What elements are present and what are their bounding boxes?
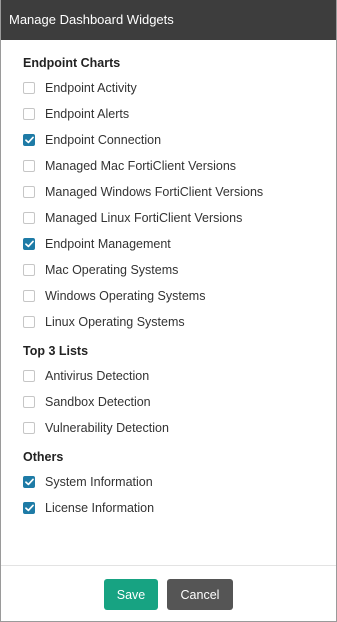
checkbox-checked[interactable] (23, 502, 35, 514)
section-title: Others (23, 450, 64, 464)
widget-option-label: Endpoint Activity (45, 81, 137, 95)
widget-option-label: Linux Operating Systems (45, 315, 185, 329)
section-title: Top 3 Lists (23, 344, 89, 358)
checkmark-icon (24, 136, 34, 144)
checkbox[interactable] (23, 290, 35, 302)
widget-option[interactable]: Endpoint Management (23, 231, 336, 257)
dialog-footer: Save Cancel (1, 579, 336, 610)
widget-option[interactable]: Endpoint Alerts (23, 101, 336, 127)
widget-option-label: Mac Operating Systems (45, 263, 179, 277)
cancel-button[interactable]: Cancel (167, 579, 233, 610)
checkbox[interactable] (23, 370, 35, 382)
checkbox-checked[interactable] (23, 238, 35, 250)
section-title: Endpoint Charts (23, 56, 121, 70)
checkbox[interactable] (23, 82, 35, 94)
widget-option-label: Endpoint Management (45, 237, 171, 251)
widget-option-label: Managed Mac FortiClient Versions (45, 159, 237, 173)
checkmark-icon (24, 478, 34, 486)
checkbox[interactable] (23, 186, 35, 198)
widget-option[interactable]: Managed Mac FortiClient Versions (23, 153, 336, 179)
widget-option[interactable]: Managed Windows FortiClient Versions (23, 179, 336, 205)
checkbox[interactable] (23, 316, 35, 328)
footer-divider (1, 565, 336, 566)
widget-option[interactable]: Mac Operating Systems (23, 257, 336, 283)
checkbox[interactable] (23, 160, 35, 172)
checkbox-checked[interactable] (23, 134, 35, 146)
checkbox[interactable] (23, 422, 35, 434)
checkbox-checked[interactable] (23, 476, 35, 488)
checkbox[interactable] (23, 108, 35, 120)
checkbox[interactable] (23, 264, 35, 276)
manage-widgets-dialog: Manage Dashboard Widgets Endpoint Charts… (0, 0, 337, 622)
checkbox[interactable] (23, 396, 35, 408)
widget-option-label: Windows Operating Systems (45, 289, 206, 303)
widget-option-label: Managed Linux FortiClient Versions (45, 211, 243, 225)
widget-sections: Endpoint Charts Endpoint Activity Endpoint… (23, 40, 336, 521)
widget-option[interactable]: Endpoint Connection (23, 127, 336, 153)
widget-list: System Information License Information (23, 469, 336, 521)
widget-option-label: System Information (45, 475, 153, 489)
widget-option[interactable]: Managed Linux FortiClient Versions (23, 205, 336, 231)
widget-option-label: Vulnerability Detection (45, 421, 169, 435)
checkmark-icon (24, 240, 34, 248)
widget-list: Endpoint Activity Endpoint Alerts Endpoint… (23, 75, 336, 335)
widget-option-label: License Information (45, 501, 155, 515)
widget-option[interactable]: Sandbox Detection (23, 389, 336, 415)
widget-option[interactable]: System Information (23, 469, 336, 495)
widget-option[interactable]: License Information (23, 495, 336, 521)
checkmark-icon (24, 504, 34, 512)
widget-option-label: Endpoint Alerts (45, 107, 130, 121)
widget-option-label: Endpoint Connection (45, 133, 162, 147)
widget-option[interactable]: Endpoint Activity (23, 75, 336, 101)
widget-option[interactable]: Vulnerability Detection (23, 415, 336, 441)
checkbox[interactable] (23, 212, 35, 224)
widget-option-label: Managed Windows FortiClient Versions (45, 185, 264, 199)
widget-option[interactable]: Linux Operating Systems (23, 309, 336, 335)
dialog-title: Manage Dashboard Widgets (1, 0, 336, 40)
widget-option-label: Sandbox Detection (45, 395, 151, 409)
widget-option-label: Antivirus Detection (45, 369, 150, 383)
save-button[interactable]: Save (104, 579, 158, 610)
widget-option[interactable]: Windows Operating Systems (23, 283, 336, 309)
widget-option[interactable]: Antivirus Detection (23, 363, 336, 389)
widget-list: Antivirus Detection Sandbox Detection Vuln… (23, 363, 336, 441)
